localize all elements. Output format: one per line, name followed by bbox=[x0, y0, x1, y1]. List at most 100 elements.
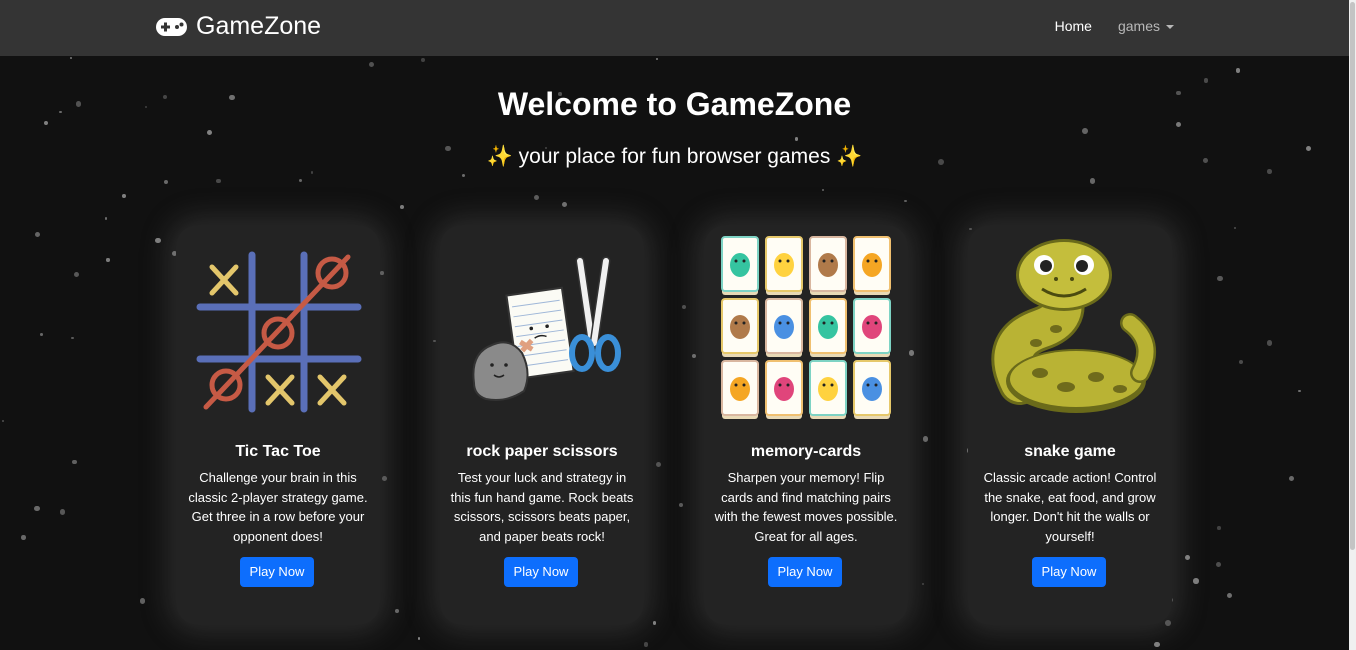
memory-card-tile bbox=[721, 360, 759, 419]
card-description: Test your luck and strategy in this fun … bbox=[450, 470, 634, 544]
game-card-memory-cards: memory-cards Sharpen your memory! Flip c… bbox=[704, 225, 908, 625]
memory-card-tile bbox=[853, 298, 891, 357]
star-dot bbox=[904, 199, 908, 203]
star-dot bbox=[922, 435, 929, 442]
memory-card-tile bbox=[721, 236, 759, 295]
star-dot bbox=[533, 194, 540, 201]
star-dot bbox=[1267, 169, 1272, 174]
star-dot bbox=[1233, 226, 1236, 229]
card-description: Classic arcade action! Control the snake… bbox=[983, 470, 1157, 544]
star-dot bbox=[1089, 178, 1096, 184]
play-now-button[interactable]: Play Now bbox=[768, 557, 842, 587]
star-dot bbox=[1081, 128, 1088, 135]
star-dot bbox=[1216, 562, 1222, 568]
star-dot bbox=[207, 129, 213, 135]
star-dot bbox=[652, 620, 657, 625]
memory-card-tile bbox=[853, 236, 891, 295]
star-dot bbox=[104, 216, 108, 220]
star-dot bbox=[1289, 475, 1295, 481]
star-dot bbox=[655, 57, 659, 61]
card-title: Tic Tac Toe bbox=[235, 443, 321, 460]
game-card-rock-paper-scissors: rock paper scissors Test your luck and s… bbox=[440, 225, 644, 625]
card-description: Challenge your brain in this classic 2-p… bbox=[188, 470, 368, 544]
tic-tac-toe-image bbox=[188, 233, 368, 423]
star-dot bbox=[1298, 389, 1301, 393]
memory-card-tile bbox=[853, 360, 891, 419]
star-dot bbox=[1154, 641, 1160, 648]
play-now-button[interactable]: Play Now bbox=[1032, 557, 1106, 587]
star-dot bbox=[122, 194, 127, 198]
star-dot bbox=[21, 535, 26, 540]
nav-games-dropdown[interactable]: games bbox=[1118, 18, 1174, 34]
memory-card-tile bbox=[765, 298, 803, 357]
star-dot bbox=[106, 258, 110, 262]
star-dot bbox=[216, 179, 221, 184]
star-dot bbox=[400, 205, 405, 210]
star-dot bbox=[73, 271, 80, 278]
star-dot bbox=[1238, 359, 1244, 365]
rock-paper-scissors-image bbox=[452, 233, 632, 423]
gamepad-icon bbox=[155, 16, 188, 38]
star-dot bbox=[69, 56, 73, 60]
star-dot bbox=[140, 598, 146, 604]
card-title: snake game bbox=[1024, 443, 1116, 460]
memory-card-tile bbox=[765, 360, 803, 419]
brand[interactable]: GameZone bbox=[155, 12, 321, 41]
navbar: GameZone Home games bbox=[0, 0, 1349, 56]
star-dot bbox=[681, 304, 687, 309]
nav-games-label: games bbox=[1117, 18, 1160, 34]
card-title: rock paper scissors bbox=[466, 443, 618, 460]
star-dot bbox=[380, 271, 384, 275]
star-dot bbox=[1185, 554, 1191, 560]
star-dot bbox=[71, 336, 74, 340]
star-dot bbox=[369, 62, 375, 68]
memory-card-tile bbox=[809, 298, 847, 357]
star-dot bbox=[2, 419, 5, 423]
star-dot bbox=[72, 459, 77, 465]
star-dot bbox=[821, 188, 824, 191]
star-dot bbox=[644, 642, 649, 647]
nav-home-link[interactable]: Home bbox=[1055, 18, 1092, 34]
star-dot bbox=[59, 509, 65, 515]
star-dot bbox=[417, 637, 421, 641]
star-dot bbox=[921, 582, 925, 586]
hero-subtitle: ✨ your place for fun browser games ✨ bbox=[0, 145, 1349, 169]
star-dot bbox=[1226, 592, 1232, 599]
star-dot bbox=[1217, 275, 1223, 282]
memory-card-tile bbox=[765, 236, 803, 295]
star-dot bbox=[968, 227, 972, 231]
sparkle-icon: ✨ bbox=[836, 145, 863, 168]
brand-name: GameZone bbox=[196, 12, 322, 40]
snake-image bbox=[980, 233, 1160, 423]
scrollbar[interactable] bbox=[1349, 0, 1356, 650]
star-dot bbox=[794, 137, 799, 142]
star-dot bbox=[1267, 340, 1273, 346]
star-dot bbox=[155, 237, 161, 244]
star-dot bbox=[461, 174, 466, 178]
star-dot bbox=[298, 179, 302, 183]
game-card-tic-tac-toe: Tic Tac Toe Challenge your brain in this… bbox=[176, 225, 380, 625]
star-dot bbox=[1235, 68, 1241, 73]
star-dot bbox=[655, 461, 661, 467]
play-now-button[interactable]: Play Now bbox=[240, 557, 314, 587]
subtitle-text: your place for fun browser games bbox=[518, 145, 831, 168]
sparkle-icon: ✨ bbox=[486, 145, 513, 168]
card-title: memory-cards bbox=[750, 443, 862, 460]
memory-cards-image bbox=[716, 233, 896, 423]
memory-card-tile bbox=[721, 298, 759, 357]
star-dot bbox=[34, 232, 40, 238]
star-dot bbox=[382, 476, 388, 481]
star-dot bbox=[163, 179, 168, 184]
memory-card-tile bbox=[809, 236, 847, 295]
star-dot bbox=[679, 502, 684, 507]
star-dot bbox=[1203, 77, 1209, 83]
scrollbar-thumb[interactable] bbox=[1350, 2, 1355, 550]
play-now-button[interactable]: Play Now bbox=[504, 557, 578, 587]
page-title: Welcome to GameZone bbox=[497, 86, 852, 122]
star-dot bbox=[1216, 526, 1221, 530]
star-dot bbox=[562, 202, 568, 208]
star-dot bbox=[908, 350, 915, 356]
star-dot bbox=[691, 353, 697, 359]
star-dot bbox=[310, 171, 313, 174]
star-dot bbox=[1193, 578, 1199, 584]
